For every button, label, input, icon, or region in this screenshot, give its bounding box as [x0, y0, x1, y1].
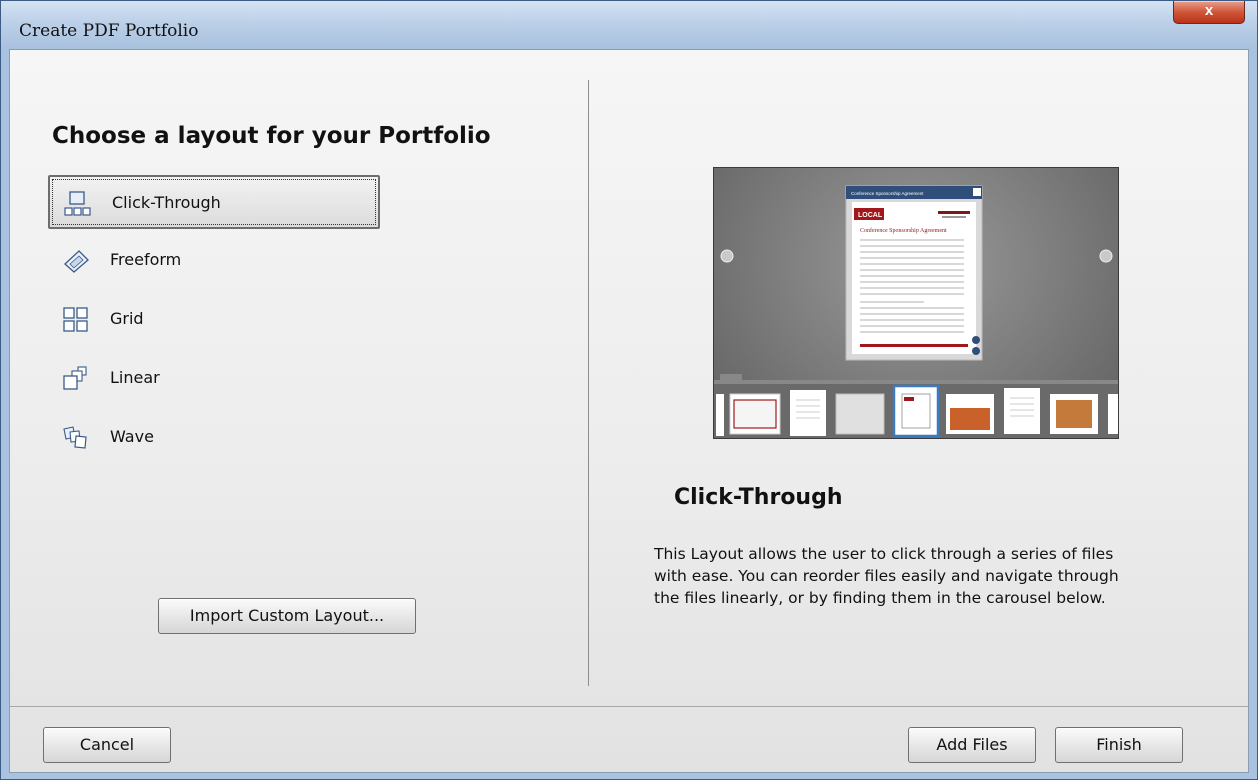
preview-doc-title: Conference Sponsorship Agreement: [860, 227, 947, 234]
title-bar[interactable]: Create PDF Portfolio x: [1, 1, 1257, 49]
dialog-window: Create PDF Portfolio x Choose a layout f…: [0, 0, 1258, 780]
layout-preview: Conference Sponsorship Agreement LOCAL C…: [713, 167, 1119, 439]
linear-icon: [63, 366, 87, 390]
layout-label-wave: Wave: [110, 427, 154, 446]
layout-title: Click-Through: [674, 485, 843, 510]
layout-option-wave[interactable]: Wave: [48, 411, 380, 465]
finish-button[interactable]: Finish: [1055, 727, 1183, 763]
description-line: with ease. You can reorder files easily …: [654, 567, 1119, 585]
layout-description: This Layout allows the user to click thr…: [654, 543, 1154, 609]
layout-heading: Choose a layout for your Portfolio: [52, 123, 491, 149]
dialog-content: Choose a layout for your Portfolio Click…: [9, 49, 1249, 773]
preview-doc-badge: LOCAL: [858, 212, 883, 219]
wave-icon: [63, 426, 87, 449]
preview-doc-header: Conference Sponsorship Agreement: [851, 191, 924, 196]
layout-option-click-through[interactable]: Click-Through: [48, 175, 380, 229]
layout-label-freeform: Freeform: [110, 250, 182, 269]
click-through-icon: [64, 191, 91, 216]
description-line: This Layout allows the user to click thr…: [654, 545, 1114, 563]
add-files-button[interactable]: Add Files: [908, 727, 1036, 763]
layout-label-grid: Grid: [110, 309, 144, 328]
panel-divider: [588, 80, 589, 686]
cancel-button[interactable]: Cancel: [43, 727, 171, 763]
close-icon: x: [1204, 2, 1214, 19]
window-title: Create PDF Portfolio: [19, 21, 199, 41]
footer-divider: [10, 706, 1248, 707]
preview-image: Conference Sponsorship Agreement LOCAL C…: [714, 185, 1118, 438]
layout-option-freeform[interactable]: Freeform: [48, 234, 380, 288]
layout-option-grid[interactable]: Grid: [48, 293, 380, 347]
grid-icon: [63, 307, 88, 332]
layout-label-linear: Linear: [110, 368, 160, 387]
close-button[interactable]: x: [1173, 1, 1245, 24]
preview-prev-arrow-icon: [720, 249, 734, 263]
description-line: the files linearly, or by finding them i…: [654, 589, 1106, 607]
import-custom-layout-button[interactable]: Import Custom Layout...: [158, 598, 416, 634]
preview-next-arrow-icon: [1099, 249, 1113, 263]
freeform-icon: [64, 250, 89, 273]
layout-label-click-through: Click-Through: [112, 193, 221, 212]
layout-option-linear[interactable]: Linear: [48, 352, 380, 406]
